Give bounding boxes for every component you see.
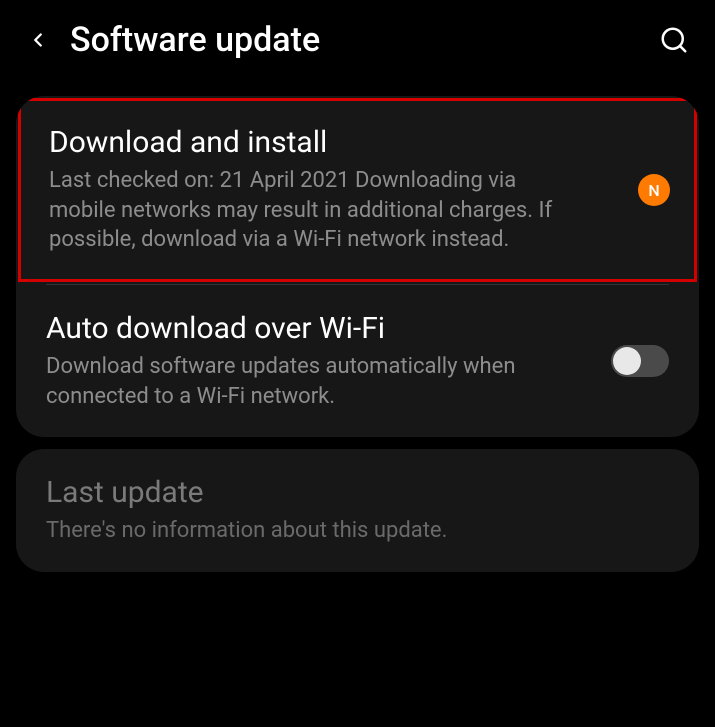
auto-download-title: Auto download over Wi-Fi xyxy=(46,311,669,346)
auto-download-subtitle: Download software updates automatically … xyxy=(46,352,556,411)
last-update-title: Last update xyxy=(46,475,669,510)
notification-badge: N xyxy=(638,174,670,206)
update-card: Download and install Last checked on: 21… xyxy=(16,96,699,437)
last-update-subtitle: There's no information about this update… xyxy=(46,516,556,546)
download-install-subtitle: Last checked on: 21 April 2021 Downloadi… xyxy=(49,166,559,255)
toggle-knob xyxy=(613,347,641,375)
auto-download-toggle[interactable] xyxy=(611,345,669,377)
header: Software update xyxy=(0,0,715,84)
page-title: Software update xyxy=(70,20,639,60)
search-icon[interactable] xyxy=(657,23,691,57)
auto-download-item[interactable]: Auto download over Wi-Fi Download softwa… xyxy=(16,285,699,437)
download-install-item[interactable]: Download and install Last checked on: 21… xyxy=(18,98,697,282)
back-icon[interactable] xyxy=(24,26,52,54)
download-install-title: Download and install xyxy=(49,125,666,160)
last-update-item[interactable]: Last update There's no information about… xyxy=(16,449,699,572)
last-update-card: Last update There's no information about… xyxy=(16,449,699,572)
